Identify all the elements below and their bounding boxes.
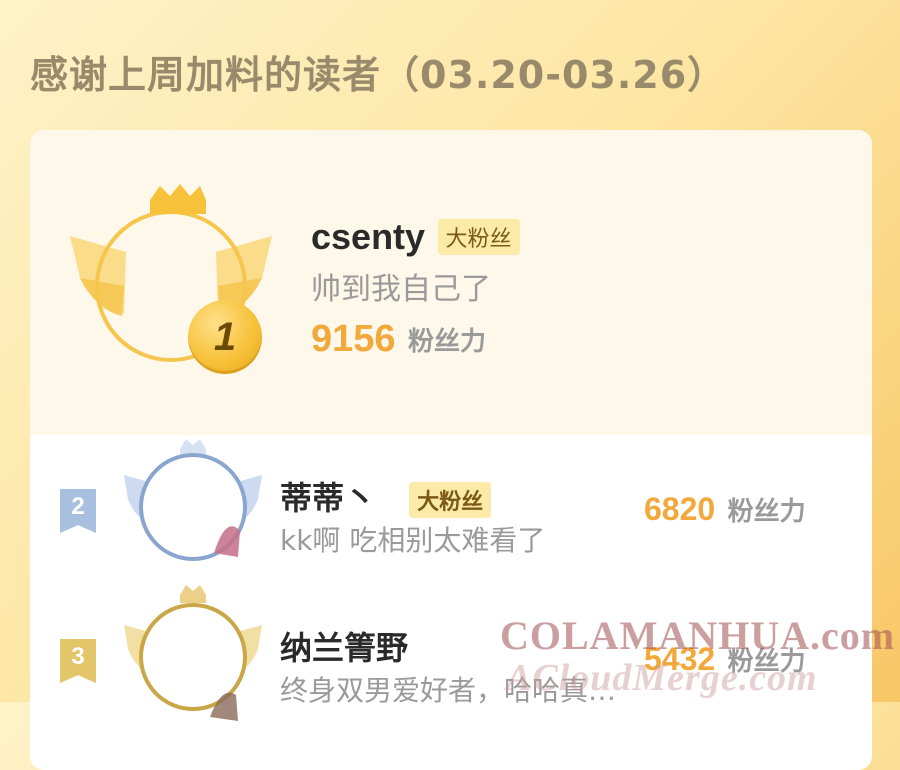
- rank-number: 1: [213, 314, 237, 359]
- fan-name[interactable]: csenty: [311, 216, 425, 257]
- page-title: 感谢上周加料的读者（03.20-03.26）: [30, 53, 727, 97]
- rank-number: 2: [71, 493, 85, 520]
- fan-comment: kk啊 吃相别太难看了: [280, 524, 546, 557]
- fan-score: 6820 粉丝力: [644, 491, 806, 528]
- score-unit: 粉丝力: [408, 327, 487, 357]
- rank-flag-icon: 3: [60, 639, 96, 683]
- watermark-acloudmerge: ACloudMerge.com: [506, 657, 818, 699]
- score-value: 9156: [311, 318, 396, 360]
- rank-flag-icon: 2: [60, 489, 96, 533]
- crown-icon: [150, 184, 206, 214]
- avatar[interactable]: [118, 585, 268, 725]
- top-fan-section[interactable]: 1 csenty 大粉丝 帅到我自己了 9156 粉丝力: [30, 130, 872, 435]
- watermark-colamanhua: COLAMANHUA.com: [500, 613, 896, 658]
- fan-comment: 帅到我自己了: [311, 272, 491, 307]
- score-unit: 粉丝力: [727, 497, 806, 527]
- fan-badge: 大粉丝: [437, 219, 520, 255]
- fan-badge: 大粉丝: [409, 482, 492, 518]
- crown-icon: [180, 585, 206, 603]
- fan-name-text: 纳兰箐野: [280, 629, 409, 667]
- score-value: 6820: [644, 491, 716, 527]
- rank-number: 3: [71, 643, 85, 670]
- fan-row[interactable]: 2 蒂蒂丶 大粉丝 kk啊 吃相别太难看了 6820 粉丝力: [30, 435, 872, 575]
- fan-score: 9156 粉丝力: [311, 318, 486, 361]
- fan-name[interactable]: 纳兰箐野: [280, 623, 408, 669]
- top-fan-user: csenty 大粉丝: [311, 216, 520, 258]
- fan-name[interactable]: 蒂蒂丶 大粉丝: [280, 473, 492, 519]
- medal-icon: 1: [188, 300, 262, 374]
- avatar[interactable]: [118, 435, 268, 575]
- gold-badge-frame: 1: [66, 182, 276, 374]
- fan-name-text: 蒂蒂丶: [280, 479, 377, 517]
